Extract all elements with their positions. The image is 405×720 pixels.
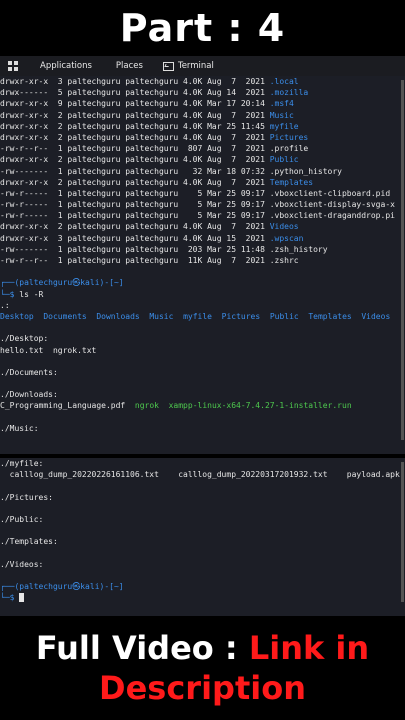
listing-row: drwxr-xr-x 2 paltechguru paltechguru 4.0… [0,177,405,188]
dir-header: ./Public: [0,514,44,524]
terminal-icon [162,61,174,71]
listing-row: -rw------- 1 paltechguru paltechguru 203… [0,244,405,255]
downloads-file: C_Programming_Language.pdf [0,401,126,411]
listing-filename: .vboxclient-clipboard.pid [269,188,391,198]
dir-header: ./Downloads: [0,390,58,400]
listing-filename: .vboxclient-draganddrop.pi [269,211,395,221]
dir-header: ./Templates: [0,537,58,547]
scrollbar[interactable] [401,80,404,440]
terminal-window[interactable]: drwxr-xr-x 3 paltechguru paltechguru 4.0… [0,76,405,454]
listing-meta: -rw-r----- 1 paltechguru paltechguru 5 M… [0,200,270,210]
downloads-file: xampp-linux-x64-7.4.27-1-installer.run [168,401,352,411]
root-dir-item: Downloads [96,311,140,321]
dir-header: ./Music: [0,423,39,433]
listing-meta: drwxr-xr-x 2 paltechguru paltechguru 4.0… [0,222,270,232]
listing-meta: -rw-r--r-- 1 paltechguru paltechguru 11K… [0,256,270,265]
scrollbar[interactable] [401,462,404,602]
terminal-label: Terminal [177,61,214,71]
dir-header: .: [0,300,10,310]
listing-meta: drwxr-xr-x 2 paltechguru paltechguru 4.0… [0,177,270,187]
listing-filename: .wpscan [269,233,304,243]
listing-filename: .zsh_history [269,244,328,254]
listing-filename: Music [269,110,294,120]
listing-filename: .msf4 [269,99,294,109]
listing-row: drwx------ 5 paltechguru paltechguru 4.0… [0,87,405,98]
prompt-symbol: └─$ [0,289,15,299]
terminal-window-lower[interactable]: ./myfile: calllog_dump_20220226161106.tx… [0,458,405,616]
root-dir-item: Videos [361,311,391,321]
root-dir-item: Music [149,311,174,321]
dir-header: ./Videos: [0,559,44,569]
listing-meta: -rw-r----- 1 paltechguru paltechguru 5 M… [0,188,270,198]
top-panel: Applications Places Terminal [0,56,405,76]
root-dir-item: Desktop [0,311,34,321]
root-dir-item: Public [269,311,299,321]
listing-filename: .zshrc [269,256,299,265]
listing-row: -rw-r----- 1 paltechguru paltechguru 5 M… [0,188,405,199]
downloads-file: ngrok [134,401,159,411]
listing-filename: .local [269,77,299,86]
dir-header: ./Desktop: [0,334,49,344]
listing-meta: -rw-r--r-- 1 paltechguru paltechguru 807… [0,144,270,154]
listing-row: drwxr-xr-x 3 paltechguru paltechguru 4.0… [0,233,405,244]
root-dir-item: Pictures [221,311,261,321]
listing-filename: .mozilla [269,88,309,98]
myfile-items: calllog_dump_20220226161106.txt calllog_… [0,470,400,480]
listing-row: -rw-r----- 1 paltechguru paltechguru 5 M… [0,199,405,210]
kali-menu-icon[interactable] [0,60,26,72]
prompt-symbol: └─$ [0,593,15,603]
dir-header: ./Documents: [0,367,58,377]
listing-meta: drwxr-xr-x 3 paltechguru paltechguru 4.0… [0,233,270,243]
caption-red-line2: Description [99,669,306,707]
dir-header: ./Pictures: [0,492,53,502]
listing-row: -rw------- 1 paltechguru paltechguru 32 … [0,166,405,177]
listing-row: drwxr-xr-x 2 paltechguru paltechguru 4.0… [0,110,405,121]
places-menu[interactable]: Places [116,61,143,71]
desktop-items: hello.txt ngrok.txt [0,345,97,355]
listing-meta: -rw-r----- 1 paltechguru paltechguru 5 M… [0,211,270,221]
text-cursor[interactable] [19,593,25,603]
listing-row: -rw-r--r-- 1 paltechguru paltechguru 807… [0,143,405,154]
dir-header: ./myfile: [0,459,44,468]
listing-row: drwxr-xr-x 9 paltechguru paltechguru 4.0… [0,98,405,109]
caption-red: Link in [248,629,370,667]
caption-white: Full Video : [35,629,249,667]
applications-menu[interactable]: Applications [40,61,92,71]
command-text: ls -R [19,289,44,299]
video-title: Part : 4 [119,6,286,50]
listing-filename: Public [269,155,299,165]
listing-meta: -rw------- 1 paltechguru paltechguru 203… [0,244,270,254]
root-dir-item: Templates [308,311,352,321]
listing-row: drwxr-xr-x 2 paltechguru paltechguru 4.0… [0,132,405,143]
listing-filename: myfile [269,121,299,131]
listing-row: -rw-r--r-- 1 paltechguru paltechguru 11K… [0,255,405,266]
listing-meta: drwxr-xr-x 2 paltechguru paltechguru 4.0… [0,155,270,165]
prompt-line: ┌──(paltechguru㉿kali)-[~] [0,582,124,592]
ls-listing: drwxr-xr-x 3 paltechguru paltechguru 4.0… [0,76,405,266]
listing-row: drwxr-xr-x 2 paltechguru paltechguru 4.0… [0,121,405,132]
prompt-line: ┌──(paltechguru㉿kali)-[~] [0,278,124,288]
listing-meta: -rw------- 1 paltechguru paltechguru 32 … [0,166,270,176]
listing-filename: Pictures [269,132,309,142]
root-dir-item: Documents [43,311,87,321]
listing-filename: .vboxclient-display-svga-x [269,200,395,210]
listing-meta: drwxr-xr-x 9 paltechguru paltechguru 4.0… [0,99,270,109]
listing-meta: drwxr-xr-x 3 paltechguru paltechguru 4.0… [0,77,270,86]
listing-row: -rw-r----- 1 paltechguru paltechguru 5 M… [0,210,405,221]
listing-filename: Templates [269,177,314,187]
listing-meta: drwxr-xr-x 2 paltechguru paltechguru 4.0… [0,132,270,142]
listing-meta: drwx------ 5 paltechguru paltechguru 4.0… [0,88,270,98]
listing-filename: .python_history [269,166,342,176]
listing-filename: Videos [269,222,299,232]
listing-filename: .profile [269,144,309,154]
root-dir-item: myfile [183,311,212,321]
listing-row: drwxr-xr-x 3 paltechguru paltechguru 4.0… [0,76,405,87]
root-items: Desktop Documents Downloads Music myfile… [0,311,405,322]
listing-row: drwxr-xr-x 2 paltechguru paltechguru 4.0… [0,154,405,165]
listing-meta: drwxr-xr-x 2 paltechguru paltechguru 4.0… [0,110,270,120]
listing-meta: drwxr-xr-x 2 paltechguru paltechguru 4.0… [0,121,270,131]
footer-caption: Full Video : Link in Description [0,616,405,720]
listing-row: drwxr-xr-x 2 paltechguru paltechguru 4.0… [0,221,405,232]
terminal-taskbar-button[interactable]: Terminal [162,61,214,71]
